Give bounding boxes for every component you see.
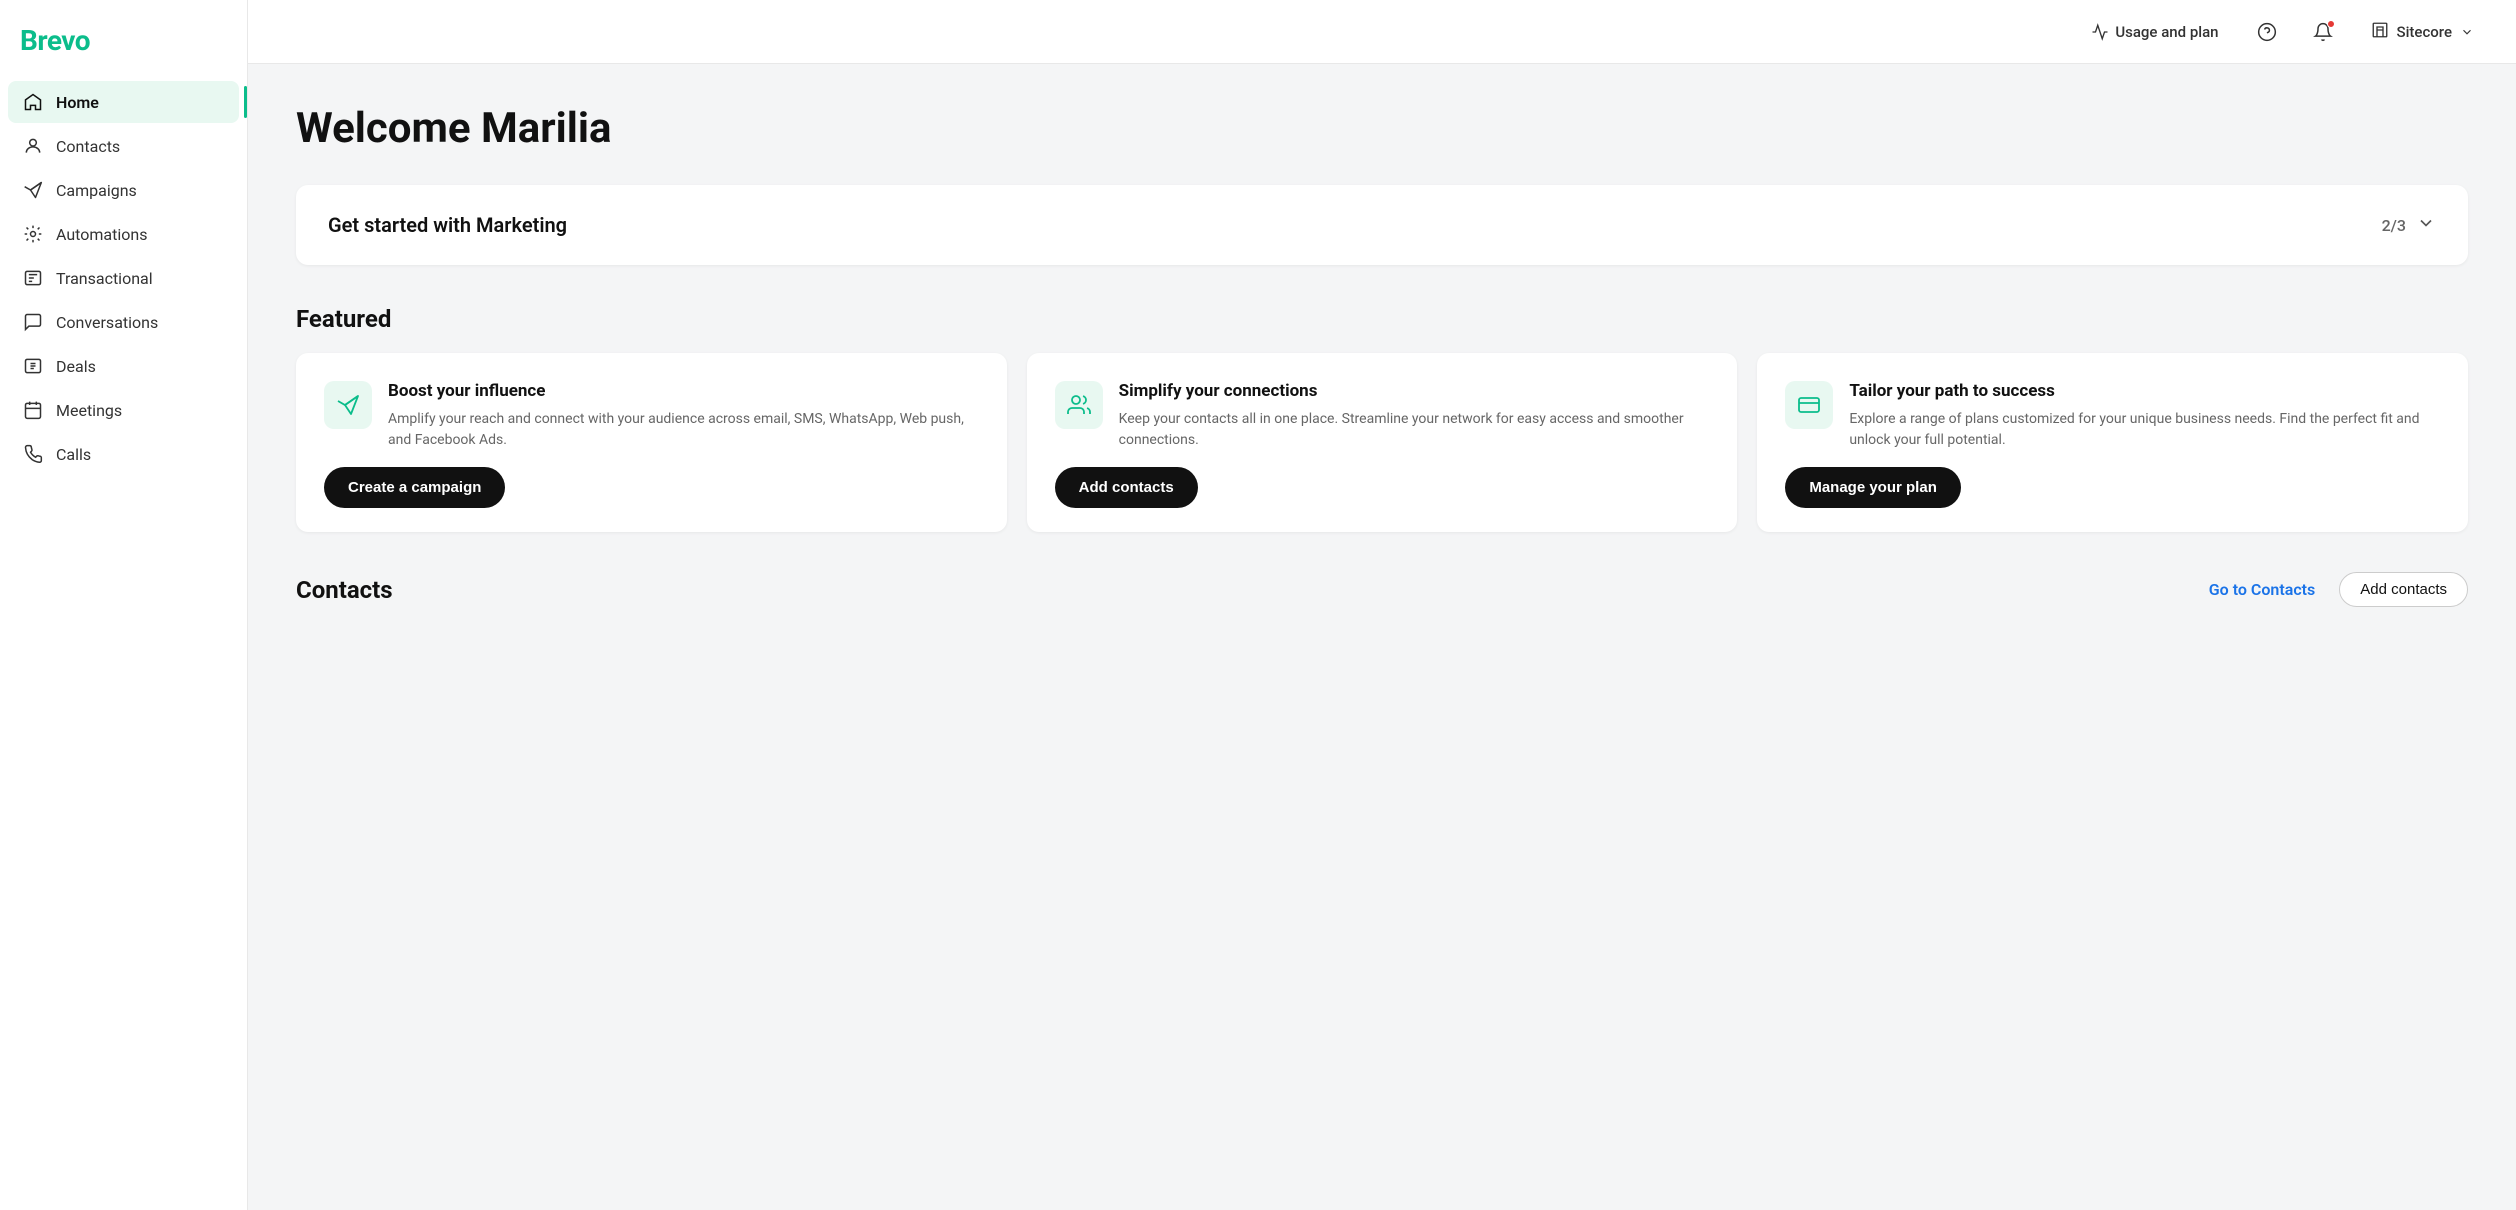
main-area: Usage and plan Sitecore Welcome Marilia … [248, 0, 2516, 1210]
feature-card-contacts-header: Simplify your connections Keep your cont… [1055, 381, 1710, 451]
contacts-icon [22, 135, 44, 157]
get-started-card[interactable]: Get started with Marketing 2/3 [296, 185, 2468, 265]
campaigns-icon [22, 179, 44, 201]
sidebar-item-calls[interactable]: Calls [8, 433, 239, 475]
feature-card-plans: Tailor your path to success Explore a ra… [1757, 353, 2468, 532]
sidebar-item-conversations[interactable]: Conversations [8, 301, 239, 343]
calls-icon [22, 443, 44, 465]
top-header: Usage and plan Sitecore [248, 0, 2516, 64]
feature-card-contacts-text: Simplify your connections Keep your cont… [1119, 381, 1710, 451]
activity-icon [2091, 23, 2109, 41]
feature-card-plans-header: Tailor your path to success Explore a ra… [1785, 381, 2440, 451]
building-icon [2371, 21, 2389, 43]
deals-icon [22, 355, 44, 377]
sidebar-item-deals[interactable]: Deals [8, 345, 239, 387]
campaigns-feature-icon [324, 381, 372, 429]
feature-card-plans-description: Explore a range of plans customized for … [1849, 409, 2440, 451]
feature-card-contacts-description: Keep your contacts all in one place. Str… [1119, 409, 1710, 451]
get-started-progress: 2/3 [2382, 216, 2406, 235]
notifications-button[interactable] [2305, 14, 2341, 50]
get-started-title: Get started with Marketing [328, 213, 567, 237]
feature-card-campaigns-description: Amplify your reach and connect with your… [388, 409, 979, 451]
feature-card-contacts: Simplify your connections Keep your cont… [1027, 353, 1738, 532]
automations-icon [22, 223, 44, 245]
feature-card-campaigns-text: Boost your influence Amplify your reach … [388, 381, 979, 451]
contacts-actions: Go to Contacts Add contacts [2209, 572, 2468, 607]
manage-plan-button[interactable]: Manage your plan [1785, 467, 1961, 508]
sidebar-item-automations-label: Automations [56, 225, 147, 244]
featured-cards-grid: Boost your influence Amplify your reach … [296, 353, 2468, 532]
plans-feature-icon [1785, 381, 1833, 429]
add-contacts-button[interactable]: Add contacts [2339, 572, 2468, 607]
account-name-label: Sitecore [2397, 23, 2452, 41]
contacts-section-header: Contacts Go to Contacts Add contacts [296, 572, 2468, 607]
brand-name: Brevo [20, 24, 90, 57]
sidebar-item-automations[interactable]: Automations [8, 213, 239, 255]
sidebar-item-conversations-label: Conversations [56, 313, 158, 332]
add-contacts-featured-button[interactable]: Add contacts [1055, 467, 1198, 508]
feature-card-plans-title: Tailor your path to success [1849, 381, 2440, 401]
contacts-section-title: Contacts [296, 576, 393, 604]
usage-and-plan-button[interactable]: Usage and plan [2081, 17, 2228, 47]
help-icon [2257, 22, 2277, 42]
home-icon [22, 91, 44, 113]
sidebar-item-transactional-label: Transactional [56, 269, 153, 288]
sidebar-navigation: Home Contacts Campaigns Automations Tran [0, 81, 247, 475]
feature-card-campaigns: Boost your influence Amplify your reach … [296, 353, 1007, 532]
meetings-icon [22, 399, 44, 421]
welcome-title: Welcome Marilia [296, 104, 2468, 153]
sidebar-item-home-label: Home [56, 93, 99, 112]
feature-card-campaigns-header: Boost your influence Amplify your reach … [324, 381, 979, 451]
sidebar-item-campaigns-label: Campaigns [56, 181, 137, 200]
feature-card-plans-text: Tailor your path to success Explore a ra… [1849, 381, 2440, 451]
get-started-chevron-icon [2416, 213, 2436, 237]
contacts-feature-icon [1055, 381, 1103, 429]
sidebar-item-transactional[interactable]: Transactional [8, 257, 239, 299]
featured-section-title: Featured [296, 305, 2468, 333]
sidebar-item-campaigns[interactable]: Campaigns [8, 169, 239, 211]
usage-plan-label: Usage and plan [2115, 23, 2218, 41]
help-button[interactable] [2249, 14, 2285, 50]
brand-logo: Brevo [0, 16, 247, 81]
conversations-icon [22, 311, 44, 333]
sidebar-item-contacts-label: Contacts [56, 137, 120, 156]
chevron-down-icon [2460, 25, 2474, 39]
notification-badge [2327, 20, 2335, 28]
account-menu-button[interactable]: Sitecore [2361, 15, 2484, 49]
sidebar-item-home[interactable]: Home [8, 81, 239, 123]
sidebar-item-contacts[interactable]: Contacts [8, 125, 239, 167]
sidebar: Brevo Home Contacts Campaigns Automatio [0, 0, 248, 1210]
go-to-contacts-link[interactable]: Go to Contacts [2209, 580, 2316, 599]
sidebar-item-deals-label: Deals [56, 357, 96, 376]
feature-card-campaigns-title: Boost your influence [388, 381, 979, 401]
sidebar-item-meetings-label: Meetings [56, 401, 122, 420]
feature-card-contacts-title: Simplify your connections [1119, 381, 1710, 401]
get-started-right: 2/3 [2382, 213, 2436, 237]
sidebar-item-calls-label: Calls [56, 445, 91, 464]
create-campaign-button[interactable]: Create a campaign [324, 467, 505, 508]
sidebar-item-meetings[interactable]: Meetings [8, 389, 239, 431]
main-content: Welcome Marilia Get started with Marketi… [248, 64, 2516, 1210]
transactional-icon [22, 267, 44, 289]
